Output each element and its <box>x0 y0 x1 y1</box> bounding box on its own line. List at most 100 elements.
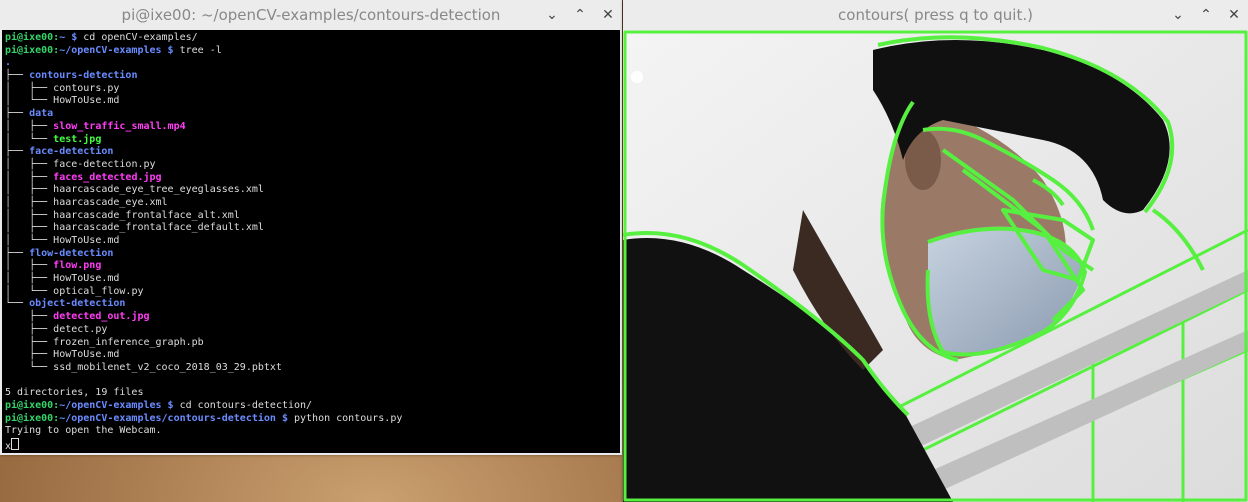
terminal-line: │ ├── flow.png <box>5 260 617 273</box>
minimize-icon[interactable]: ⌄ <box>546 0 558 30</box>
terminal-line: │ ├── haarcascade_frontalface_alt.xml <box>5 210 617 223</box>
terminal-text: data <box>29 108 54 120</box>
terminal-text: │ ├── <box>5 158 54 170</box>
terminal-line: │ └── optical_flow.py <box>5 286 617 299</box>
terminal-text: Trying to open the Webcam. <box>5 425 162 437</box>
terminal-text: ├── <box>5 311 54 323</box>
terminal-text: │ ├── <box>5 120 54 132</box>
terminal-line: │ └── HowToUse.md <box>5 95 617 108</box>
terminal-text: │ ├── <box>5 82 54 94</box>
terminal-line: └── ssd_mobilenet_v2_coco_2018_03_29.pbt… <box>5 362 617 375</box>
terminal-text: HowToUse.md <box>53 273 120 285</box>
terminal-output[interactable]: pi@ixe00:~ $ cd openCV-examples/pi@ixe00… <box>2 30 620 453</box>
terminal-text: ├── <box>5 336 54 348</box>
terminal-line: ├── frozen_inference_graph.pb <box>5 337 617 350</box>
terminal-text: ├── <box>5 108 30 120</box>
terminal-text: │ ├── <box>5 171 54 183</box>
terminal-text: cd openCV-examples/ <box>83 32 198 43</box>
terminal-text: └── <box>5 298 30 310</box>
webcam-frame <box>623 30 1248 502</box>
terminal-line: │ ├── faces_detected.jpg <box>5 172 617 185</box>
cursor-icon <box>11 438 20 450</box>
terminal-text: detected_out.jpg <box>53 311 150 323</box>
maximize-icon[interactable]: ⌃ <box>1200 0 1212 30</box>
terminal-line: Trying to open the Webcam. <box>5 425 617 438</box>
camera-titlebar[interactable]: contours( press q to quit.) ⌄ ⌃ ✕ <box>623 0 1248 30</box>
terminal-line: pi@ixe00:~/openCV-examples $ tree -l <box>5 45 617 58</box>
terminal-text: face-detection <box>29 146 114 158</box>
terminal-text: test.jpg <box>53 133 102 145</box>
terminal-text: object-detection <box>29 298 126 310</box>
terminal-text: ├── <box>5 247 30 259</box>
terminal-text: │ └── <box>5 133 54 145</box>
terminal-text: HowToUse.md <box>53 235 120 246</box>
terminal-text: ssd_mobilenet_v2_coco_2018_03_29.pbtxt <box>53 361 282 373</box>
terminal-text: ~/openCV-examples/contours-detection $ <box>59 412 294 424</box>
terminal-text: ├── <box>5 146 30 158</box>
terminal-text: ~/openCV-examples $ <box>59 44 180 56</box>
terminal-text: contours-detection <box>29 70 138 82</box>
terminal-text: haarcascade_eye.xml <box>53 196 168 208</box>
terminal-line: pi@ixe00:~ $ cd openCV-examples/ <box>5 32 617 45</box>
minimize-icon[interactable]: ⌄ <box>1172 0 1184 30</box>
terminal-line: │ └── HowToUse.md <box>5 235 617 248</box>
terminal-text: tree -l <box>179 44 222 56</box>
terminal-line: ├── detect.py <box>5 324 617 337</box>
terminal-text: flow.png <box>53 260 102 272</box>
terminal-text: flow-detection <box>29 247 114 259</box>
terminal-text: haarcascade_frontalface_alt.xml <box>53 209 240 221</box>
terminal-text: ├── <box>5 70 30 82</box>
terminal-text: │ └── <box>5 95 54 107</box>
terminal-line: . <box>5 57 617 70</box>
terminal-line: └── object-detection <box>5 298 617 311</box>
terminal-text: pi@ixe00: <box>5 32 60 43</box>
terminal-line: │ ├── haarcascade_eye.xml <box>5 197 617 210</box>
terminal-text: │ ├── <box>5 260 54 272</box>
terminal-text: ~ $ <box>59 32 84 43</box>
maximize-icon[interactable]: ⌃ <box>574 0 586 30</box>
terminal-text: │ ├── <box>5 184 54 196</box>
terminal-text: . <box>5 57 12 69</box>
terminal-text: │ └── <box>5 235 54 246</box>
terminal-text: │ ├── <box>5 196 54 208</box>
terminal-title: pi@ixe00: ~/openCV-examples/contours-det… <box>121 6 501 24</box>
terminal-window[interactable]: pi@ixe00: ~/openCV-examples/contours-det… <box>0 0 622 455</box>
terminal-text: │ ├── <box>5 273 54 285</box>
terminal-line: x <box>5 438 617 452</box>
terminal-text: cd contours-detection/ <box>179 399 313 411</box>
terminal-text: frozen_inference_graph.pb <box>53 336 204 348</box>
terminal-text: faces_detected.jpg <box>53 171 162 183</box>
terminal-text: slow_traffic_small.mp4 <box>53 120 186 132</box>
terminal-text: detect.py <box>53 323 108 335</box>
terminal-line: │ ├── slow_traffic_small.mp4 <box>5 121 617 134</box>
terminal-text: HowToUse.md <box>53 349 120 361</box>
terminal-line: ├── detected_out.jpg <box>5 311 617 324</box>
terminal-line: │ ├── haarcascade_frontalface_default.xm… <box>5 222 617 235</box>
camera-window[interactable]: contours( press q to quit.) ⌄ ⌃ ✕ <box>623 0 1248 502</box>
close-icon[interactable]: ✕ <box>602 0 614 30</box>
terminal-line: ├── face-detection <box>5 146 617 159</box>
terminal-text: │ ├── <box>5 222 54 234</box>
terminal-text: └── <box>5 361 54 373</box>
terminal-text: haarcascade_eye_tree_eyeglasses.xml <box>53 184 264 196</box>
terminal-line: ├── flow-detection <box>5 248 617 261</box>
terminal-text: optical_flow.py <box>53 285 144 297</box>
webcam-image <box>623 30 1248 502</box>
terminal-text: │ ├── <box>5 209 54 221</box>
terminal-text: face-detection.py <box>53 158 156 170</box>
camera-title: contours( press q to quit.) <box>838 6 1033 24</box>
terminal-text: 5 directories, 19 files <box>5 387 144 399</box>
terminal-text: ├── <box>5 323 54 335</box>
close-icon[interactable]: ✕ <box>1228 0 1240 30</box>
terminal-text: pi@ixe00: <box>5 399 60 411</box>
terminal-text: ├── <box>5 349 54 361</box>
terminal-line: pi@ixe00:~/openCV-examples $ cd contours… <box>5 400 617 413</box>
terminal-text: haarcascade_frontalface_default.xml <box>53 222 264 234</box>
terminal-text: contours.py <box>53 82 120 94</box>
terminal-text: HowToUse.md <box>53 95 120 107</box>
terminal-text: pi@ixe00: <box>5 44 60 56</box>
terminal-titlebar[interactable]: pi@ixe00: ~/openCV-examples/contours-det… <box>0 0 622 30</box>
terminal-line: │ ├── contours.py <box>5 83 617 96</box>
terminal-text: │ └── <box>5 285 54 297</box>
